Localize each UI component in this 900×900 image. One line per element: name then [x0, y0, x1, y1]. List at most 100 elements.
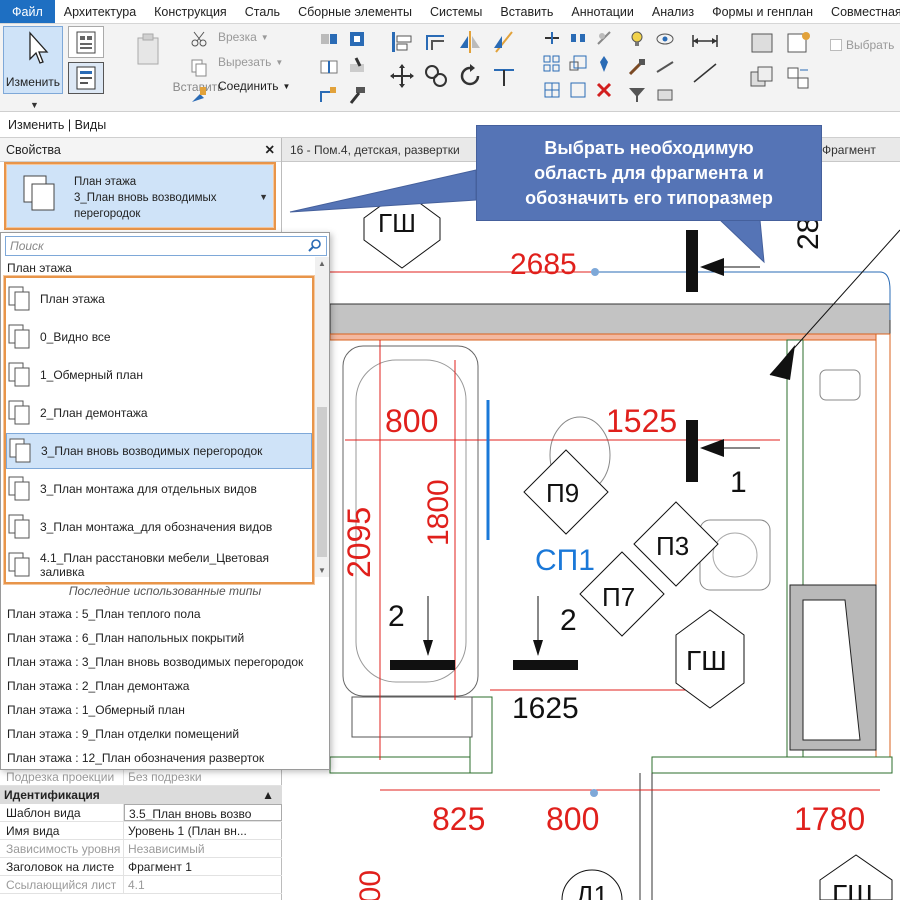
unpin-icon[interactable]	[594, 28, 614, 48]
tag-text-p3: П3	[656, 531, 689, 561]
property-value[interactable]: Независимый	[124, 840, 282, 857]
scissors-icon[interactable]	[188, 28, 210, 50]
demolish-icon[interactable]	[346, 56, 368, 78]
dimension-icon[interactable]	[690, 28, 720, 54]
pick-new-host-icon[interactable]	[318, 84, 340, 106]
type-selector[interactable]: План этажа 3_План вновь возводимых перег…	[4, 162, 276, 230]
search-input[interactable]: Поиск	[5, 236, 327, 256]
rotate-icon[interactable]	[456, 62, 484, 90]
menu-tab-steel[interactable]: Сталь	[236, 0, 289, 23]
match-properties-icon[interactable]	[188, 84, 210, 106]
mirror-axis-icon[interactable]	[456, 28, 484, 56]
property-row[interactable]: Имя вида Уровень 1 (План вн...	[0, 822, 282, 840]
hide-icon[interactable]	[654, 84, 676, 106]
property-value[interactable]: Фрагмент 1	[124, 858, 282, 875]
property-value[interactable]: 4.1	[124, 876, 282, 893]
menu-tab-precast[interactable]: Сборные элементы	[289, 0, 421, 23]
split-icon[interactable]	[542, 28, 562, 48]
drawing-canvas[interactable]: 2685 800 1525 2095 1800 1625 825 800 178…	[282, 162, 900, 900]
split-gap-icon[interactable]	[568, 28, 588, 48]
property-row[interactable]: Ссылающийся лист 4.1	[0, 876, 282, 894]
copy-element-icon[interactable]	[422, 62, 450, 90]
copy-icon[interactable]	[188, 56, 210, 78]
recent-type-item[interactable]: План этажа : 6_План напольных покрытий	[7, 631, 244, 645]
paste-button[interactable]: Вставить	[118, 28, 223, 98]
scale-icon[interactable]	[568, 54, 588, 74]
aligned-dimension-icon[interactable]	[690, 60, 720, 86]
cut-label: Врезка	[218, 30, 257, 44]
filter-icon[interactable]	[626, 84, 648, 106]
resize-icon[interactable]	[568, 80, 588, 100]
search-icon[interactable]	[308, 238, 322, 252]
uncut-geometry-button[interactable]: Вырезать ▼	[218, 55, 283, 69]
view-tab-elevations[interactable]: 16 - Пом.4, детская, развертки	[290, 138, 460, 162]
close-icon[interactable]: ✕	[265, 142, 275, 157]
menu-tab-annotate[interactable]: Аннотации	[562, 0, 642, 23]
create-group-icon[interactable]	[748, 64, 778, 94]
scroll-up-icon[interactable]: ▲	[318, 259, 326, 268]
property-row[interactable]: Шаблон вида 3.5_План вновь возво	[0, 804, 282, 822]
paint-icon[interactable]	[346, 28, 368, 50]
menu-tab-insert[interactable]: Вставить	[491, 0, 562, 23]
property-value[interactable]: Уровень 1 (План вн...	[124, 822, 282, 839]
join-geometry-button[interactable]: Соединить ▼	[218, 79, 290, 93]
create-assembly-icon[interactable]	[748, 28, 778, 58]
menu-tab-file[interactable]: Файл	[0, 0, 55, 23]
menu-tab-massing-site[interactable]: Формы и генплан	[703, 0, 822, 23]
recent-type-item[interactable]: План этажа : 12_План обозначения разверт…	[7, 751, 264, 765]
dropdown-scrollbar[interactable]: ▲ ▼	[315, 257, 329, 577]
chevron-down-icon[interactable]: ▼	[259, 192, 268, 202]
property-row[interactable]: Зависимость уровня Независимый	[0, 840, 282, 858]
array-icon[interactable]	[542, 54, 562, 74]
cursor-icon	[29, 31, 49, 64]
bottom-wall-left	[329, 756, 471, 774]
trim-extend-icon[interactable]	[490, 62, 518, 90]
select-checkbox[interactable]: Выбрать	[830, 38, 900, 52]
create-similar-icon[interactable]	[784, 64, 814, 94]
align-icon[interactable]	[388, 28, 416, 56]
menu-tab-analyze[interactable]: Анализ	[643, 0, 703, 23]
create-parts-icon[interactable]	[784, 28, 814, 58]
offset-icon[interactable]	[422, 28, 450, 56]
recent-type-item[interactable]: План этажа : 9_План отделки помещений	[7, 727, 239, 741]
section-identification[interactable]: Идентификация ▲	[0, 786, 282, 804]
menu-tab-systems[interactable]: Системы	[421, 0, 491, 23]
visibility-icon[interactable]	[654, 28, 676, 50]
property-row[interactable]: Заголовок на листе Фрагмент 1	[0, 858, 282, 876]
pin-icon[interactable]	[594, 54, 614, 74]
cut-geometry-button[interactable]: Врезка ▼	[218, 30, 269, 44]
grip-point-bottom[interactable]	[590, 789, 598, 797]
mirror-draw-icon[interactable]	[490, 28, 518, 56]
property-row[interactable]: Подрезка проекции Без подрезки	[0, 768, 282, 786]
select-links-button[interactable]	[68, 26, 104, 58]
delete-icon[interactable]	[594, 80, 614, 100]
move-icon[interactable]	[388, 62, 416, 90]
type-properties-button[interactable]	[68, 62, 104, 94]
brush-icon[interactable]	[626, 56, 648, 78]
create-tools	[748, 28, 814, 94]
chevron-down-icon[interactable]: ▼	[30, 100, 39, 110]
recent-type-item[interactable]: План этажа : 1_Обмерный план	[7, 703, 185, 717]
recent-type-item[interactable]: План этажа : 2_План демонтажа	[7, 679, 189, 693]
cutout-label: Вырезать	[218, 55, 272, 69]
recent-type-item[interactable]: План этажа : 3_План вновь возводимых пер…	[7, 655, 303, 669]
select-checkbox-box[interactable]	[830, 39, 842, 51]
property-value[interactable]: Без подрезки	[124, 768, 282, 785]
menu-tab-collaborate[interactable]: Совместная ра	[822, 0, 900, 23]
property-value[interactable]: 3.5_План вновь возво	[124, 804, 282, 821]
linework-icon[interactable]	[654, 56, 676, 78]
property-key: Подрезка проекции	[0, 768, 124, 785]
grip-point[interactable]	[591, 268, 599, 276]
lightbulb-icon[interactable]	[626, 28, 648, 50]
menu-tab-structure[interactable]: Конструкция	[145, 0, 236, 23]
modify-button[interactable]: Изменить	[3, 26, 63, 94]
split-face-icon[interactable]	[318, 56, 340, 78]
collapse-icon[interactable]: ▲	[262, 786, 274, 804]
wall-joins-icon[interactable]	[318, 28, 340, 50]
menu-tab-architecture[interactable]: Архитектура	[55, 0, 145, 23]
hammer-icon[interactable]	[346, 84, 368, 106]
recent-type-item[interactable]: План этажа : 5_План теплого пола	[7, 607, 201, 621]
scroll-down-icon[interactable]: ▼	[318, 566, 326, 575]
scroll-thumb[interactable]	[317, 407, 327, 557]
grid-icon[interactable]	[542, 80, 562, 100]
